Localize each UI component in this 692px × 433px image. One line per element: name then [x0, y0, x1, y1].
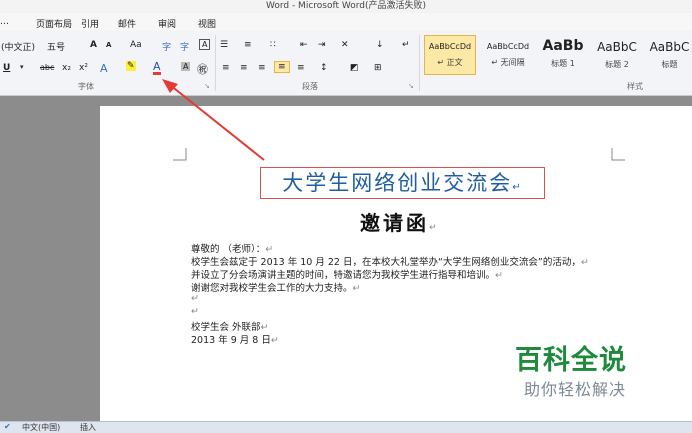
watermark-subtitle: 助你轻松解决 — [524, 380, 627, 399]
spellcheck-icon[interactable]: ✔ — [4, 422, 11, 431]
status-bar: ✔ 中文(中国) 插入 — [0, 421, 692, 433]
status-language[interactable]: 中文(中国) — [22, 422, 60, 433]
watermark-logo: 百科全说 — [515, 345, 627, 376]
status-insert-mode[interactable]: 插入 — [80, 422, 96, 433]
